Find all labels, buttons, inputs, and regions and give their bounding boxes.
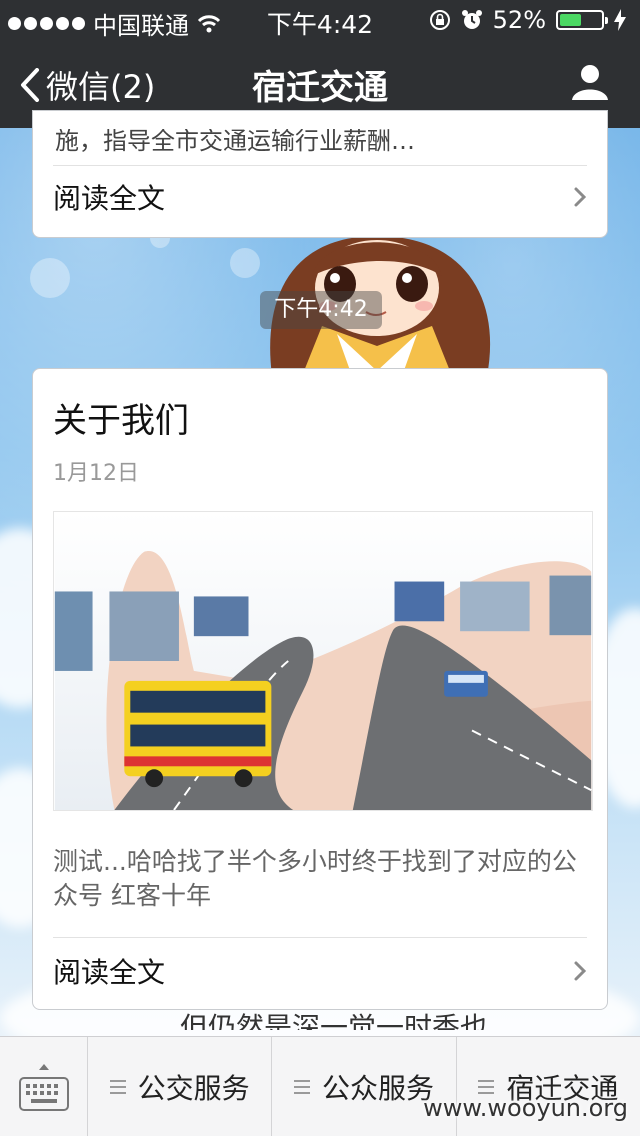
read-all-link[interactable]: 阅读全文 (53, 951, 587, 991)
alarm-icon (461, 10, 482, 29)
chevron-right-icon (574, 187, 587, 207)
message-card[interactable]: 施，指导全市交通运输行业薪酬… 阅读全文 (32, 110, 608, 238)
article-title: 关于我们 (53, 401, 189, 441)
status-right: 52% (429, 6, 626, 34)
chevron-right-icon (574, 961, 587, 981)
read-all-link[interactable]: 阅读全文 (53, 177, 587, 217)
back-label: 微信(2) (46, 68, 156, 106)
chevron-left-icon (21, 68, 39, 102)
status-bar: 中国联通 下午4:42 52% (0, 0, 640, 40)
menu-lines-icon (478, 1080, 495, 1094)
keyboard-icon (18, 1077, 69, 1111)
read-all-label: 阅读全文 (53, 182, 166, 215)
orientation-lock-icon (429, 10, 450, 30)
watermark: www.wooyun.org (423, 1094, 628, 1122)
article-cover-image[interactable] (53, 511, 593, 811)
back-button[interactable]: 微信(2) (20, 62, 155, 108)
menu-lines-icon (293, 1080, 310, 1094)
profile-icon[interactable] (570, 62, 610, 102)
article-excerpt: 施，指导全市交通运输行业薪酬… (55, 127, 415, 155)
divider (53, 937, 587, 938)
article-card[interactable]: 关于我们 1月12日 测试...哈哈找了半个多小时终于找到了对应的公众号 红客十… (32, 368, 608, 1010)
menu-item-label: 公交服务 (137, 1072, 250, 1105)
bokeh-light (230, 248, 260, 278)
menu-lines-icon (109, 1080, 126, 1094)
battery-percent: 52% (492, 6, 546, 34)
bokeh-light (30, 258, 70, 298)
menu-item-label: 公众服务 (321, 1072, 434, 1105)
divider (53, 165, 587, 166)
keyboard-toggle-button[interactable] (0, 1037, 88, 1136)
message-timestamp: 下午4:42 (260, 291, 382, 329)
charging-bolt-icon (614, 9, 626, 31)
read-all-label: 阅读全文 (53, 956, 166, 989)
menu-item-bus-service[interactable]: 公交服务 (88, 1037, 273, 1136)
battery-icon (556, 10, 608, 30)
caret-up-icon (38, 1064, 49, 1070)
article-date: 1月12日 (53, 461, 139, 486)
article-description: 测试...哈哈找了半个多小时终于找到了对应的公众号 红客十年 (53, 847, 577, 910)
battery-fill (560, 14, 581, 26)
